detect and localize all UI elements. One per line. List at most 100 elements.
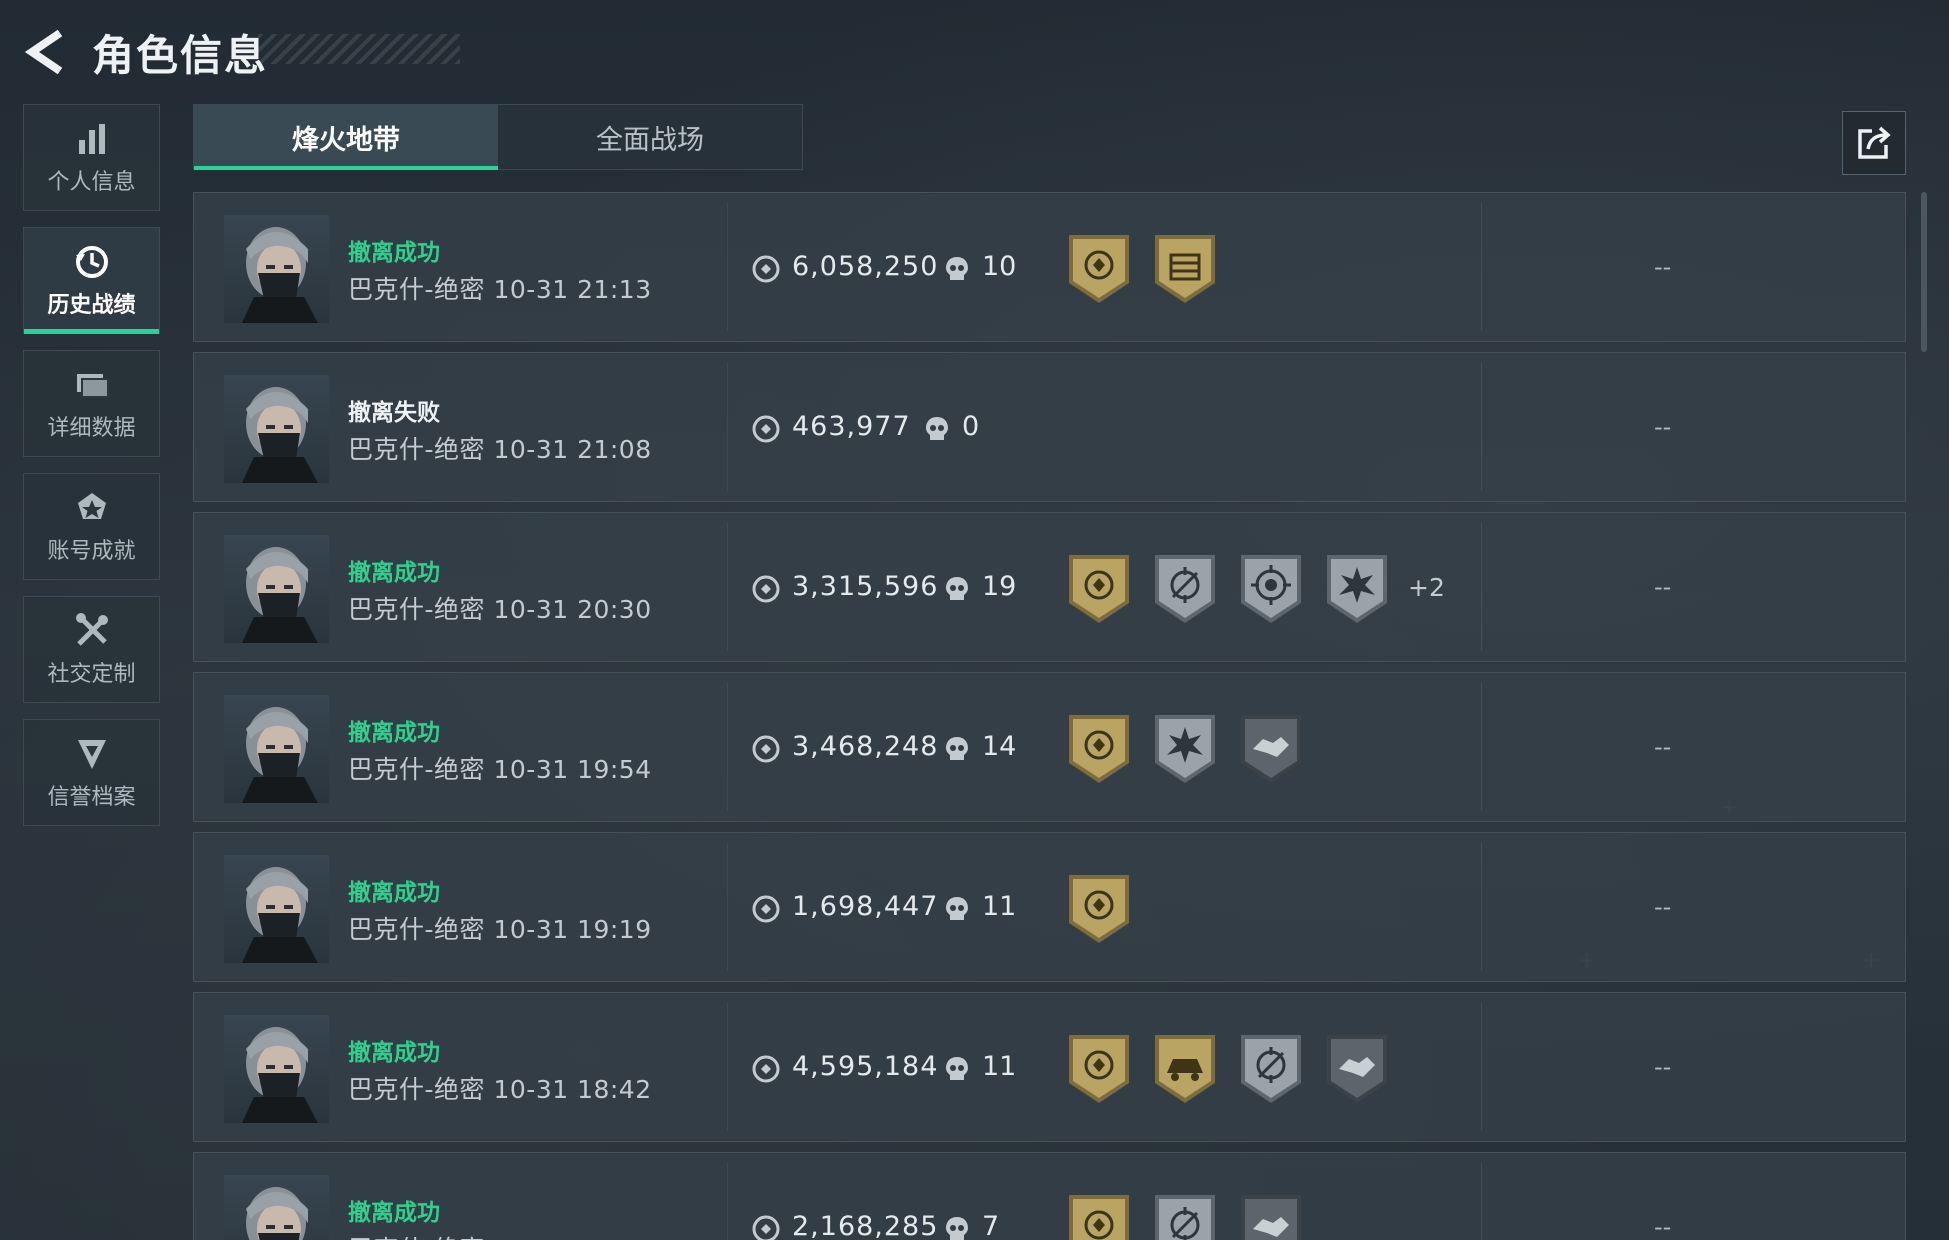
extra-info: -- [1654,1053,1672,1081]
extraction-value: 6,058,250 [792,251,939,282]
folder-icon [76,373,109,398]
silver-crosshair-medal-icon[interactable] [1237,1031,1305,1107]
operator-portrait [224,215,329,323]
more-medals-count[interactable]: +2 [1408,573,1445,602]
kill-count: 19 [982,571,1017,602]
match-time: 10-31 21:08 [493,435,652,464]
map-name: 巴克什-绝密 [348,1235,485,1240]
silver-burst-medal-icon[interactable] [1151,711,1219,787]
page-title: 角色信息 [92,30,269,80]
sidebar-item-social-custom[interactable]: 社交定制 [23,596,160,703]
coin-icon [752,1055,780,1083]
divider [727,683,728,811]
extraction-value: 1,698,447 [792,891,939,922]
extraction-status: 撤离成功 [348,1040,440,1066]
divider [1481,523,1482,651]
share-icon [1858,126,1891,159]
match-row[interactable]: 撤离成功巴克什-绝密 2,168,285 7 -- [193,1152,1906,1240]
gold-shield-medal-icon[interactable] [1065,871,1133,947]
silver-crosshair-medal-icon[interactable] [1151,551,1219,627]
divider [1481,683,1482,811]
gold-shield-medal-icon[interactable] [1065,1191,1133,1240]
map-name: 巴克什-绝密 [348,275,486,304]
kill-count: 11 [982,1051,1017,1082]
sidebar-item-credit-record[interactable]: 信誉档案 [23,719,160,826]
silver-burst-medal-icon[interactable] [1323,551,1391,627]
list-scrollbar[interactable] [1921,192,1927,352]
match-row[interactable]: 撤离成功 巴克什-绝密 10-31 19:19 1,698,447 11 -- [193,832,1906,982]
extraction-value: 463,977 [792,411,911,442]
sidebar-item-label: 账号成就 [47,538,136,564]
gold-shield-medal-icon[interactable] [1065,231,1133,307]
divider [727,203,728,331]
extra-info: -- [1654,413,1672,441]
coin-icon [752,415,780,443]
share-button[interactable] [1842,111,1906,175]
map-name: 巴克什-绝密 [348,915,486,944]
match-meta: 巴克什-绝密 10-31 20:30 [348,590,652,626]
map-name: 巴克什-绝密 [348,1075,486,1104]
extra-info: -- [1654,253,1672,281]
extraction-status: 撤离成功 [348,240,440,266]
skull-icon [944,1215,970,1240]
operator-portrait [224,855,329,963]
extraction-value: 3,315,596 [792,571,939,602]
match-row[interactable]: 撤离成功 巴克什-绝密 10-31 18:42 4,595,184 11 -- [193,992,1906,1142]
sidebar-item-detailed-data[interactable]: 详细数据 [23,350,160,457]
history-clock-icon [75,245,108,278]
silver-target-medal-icon[interactable] [1237,551,1305,627]
tab-beacon-zone[interactable]: 烽火地带 [194,105,498,170]
page-header: 角色信息 [22,22,268,82]
gold-shield-medal-icon[interactable] [1065,1031,1133,1107]
kill-count: 11 [982,891,1017,922]
dark-handshake-medal-icon[interactable] [1323,1031,1391,1107]
silver-crosshair-medal-icon[interactable] [1151,1191,1219,1240]
operator-portrait [224,1175,329,1240]
sidebar-item-label: 信誉档案 [47,784,136,810]
match-meta: 巴克什-绝密 [348,1230,485,1240]
divider [727,523,728,651]
sidebar: 个人信息 历史战绩 详细数据 账号成就 社交定制 信誉档案 [23,104,162,842]
extraction-value: 3,468,248 [792,731,939,762]
dark-handshake-medal-icon[interactable] [1237,711,1305,787]
bar-chart-icon [78,123,105,154]
gold-shield-medal-icon[interactable] [1065,551,1133,627]
tab-full-battlefield[interactable]: 全面战场 [498,105,802,169]
match-row[interactable]: 撤离成功 巴克什-绝密 10-31 19:54 3,468,248 14 -- [193,672,1906,822]
operator-portrait [224,535,329,643]
match-meta: 巴克什-绝密 10-31 21:13 [348,270,652,306]
skull-icon [944,895,970,923]
kill-count: 14 [982,731,1017,762]
sidebar-item-match-history[interactable]: 历史战绩 [23,227,160,334]
map-name: 巴克什-绝密 [348,755,486,784]
match-row[interactable]: 撤离成功 巴克什-绝密 10-31 20:30 3,315,596 19 +2 -- [193,512,1906,662]
match-history-list[interactable]: 撤离成功 巴克什-绝密 10-31 21:13 6,058,250 10 -- 撤离失败巴… [193,192,1906,1240]
gold-vehicle-medal-icon[interactable] [1151,1031,1219,1107]
achievement-icon [77,492,106,519]
credit-shield-icon [77,739,106,769]
match-row[interactable]: 撤离失败 巴克什-绝密 10-31 21:08 463,977 0 -- [193,352,1906,502]
sidebar-item-label: 社交定制 [47,661,136,687]
sidebar-item-label: 个人信息 [47,169,136,195]
extraction-status: 撤离成功 [348,1200,440,1226]
coin-icon [752,1215,780,1240]
sidebar-item-personal-info[interactable]: 个人信息 [23,104,160,211]
sidebar-item-achievements[interactable]: 账号成就 [23,473,160,580]
match-row[interactable]: 撤离成功 巴克什-绝密 10-31 21:13 6,058,250 10 -- [193,192,1906,342]
back-arrow-icon[interactable] [22,27,68,77]
extraction-status: 撤离失败 [348,400,440,426]
gold-shield-medal-icon[interactable] [1065,711,1133,787]
divider [1481,363,1482,491]
divider [727,363,728,491]
extraction-status: 撤离成功 [348,560,440,586]
coin-icon [752,895,780,923]
operator-portrait [224,695,329,803]
sidebar-item-label: 详细数据 [47,415,136,441]
dark-handshake-medal-icon[interactable] [1237,1191,1305,1240]
match-time: 10-31 21:13 [493,275,652,304]
divider [727,843,728,971]
kill-count: 7 [982,1211,1000,1240]
gold-crate-medal-icon[interactable] [1151,231,1219,307]
divider [727,1163,728,1240]
operator-portrait [224,1015,329,1123]
